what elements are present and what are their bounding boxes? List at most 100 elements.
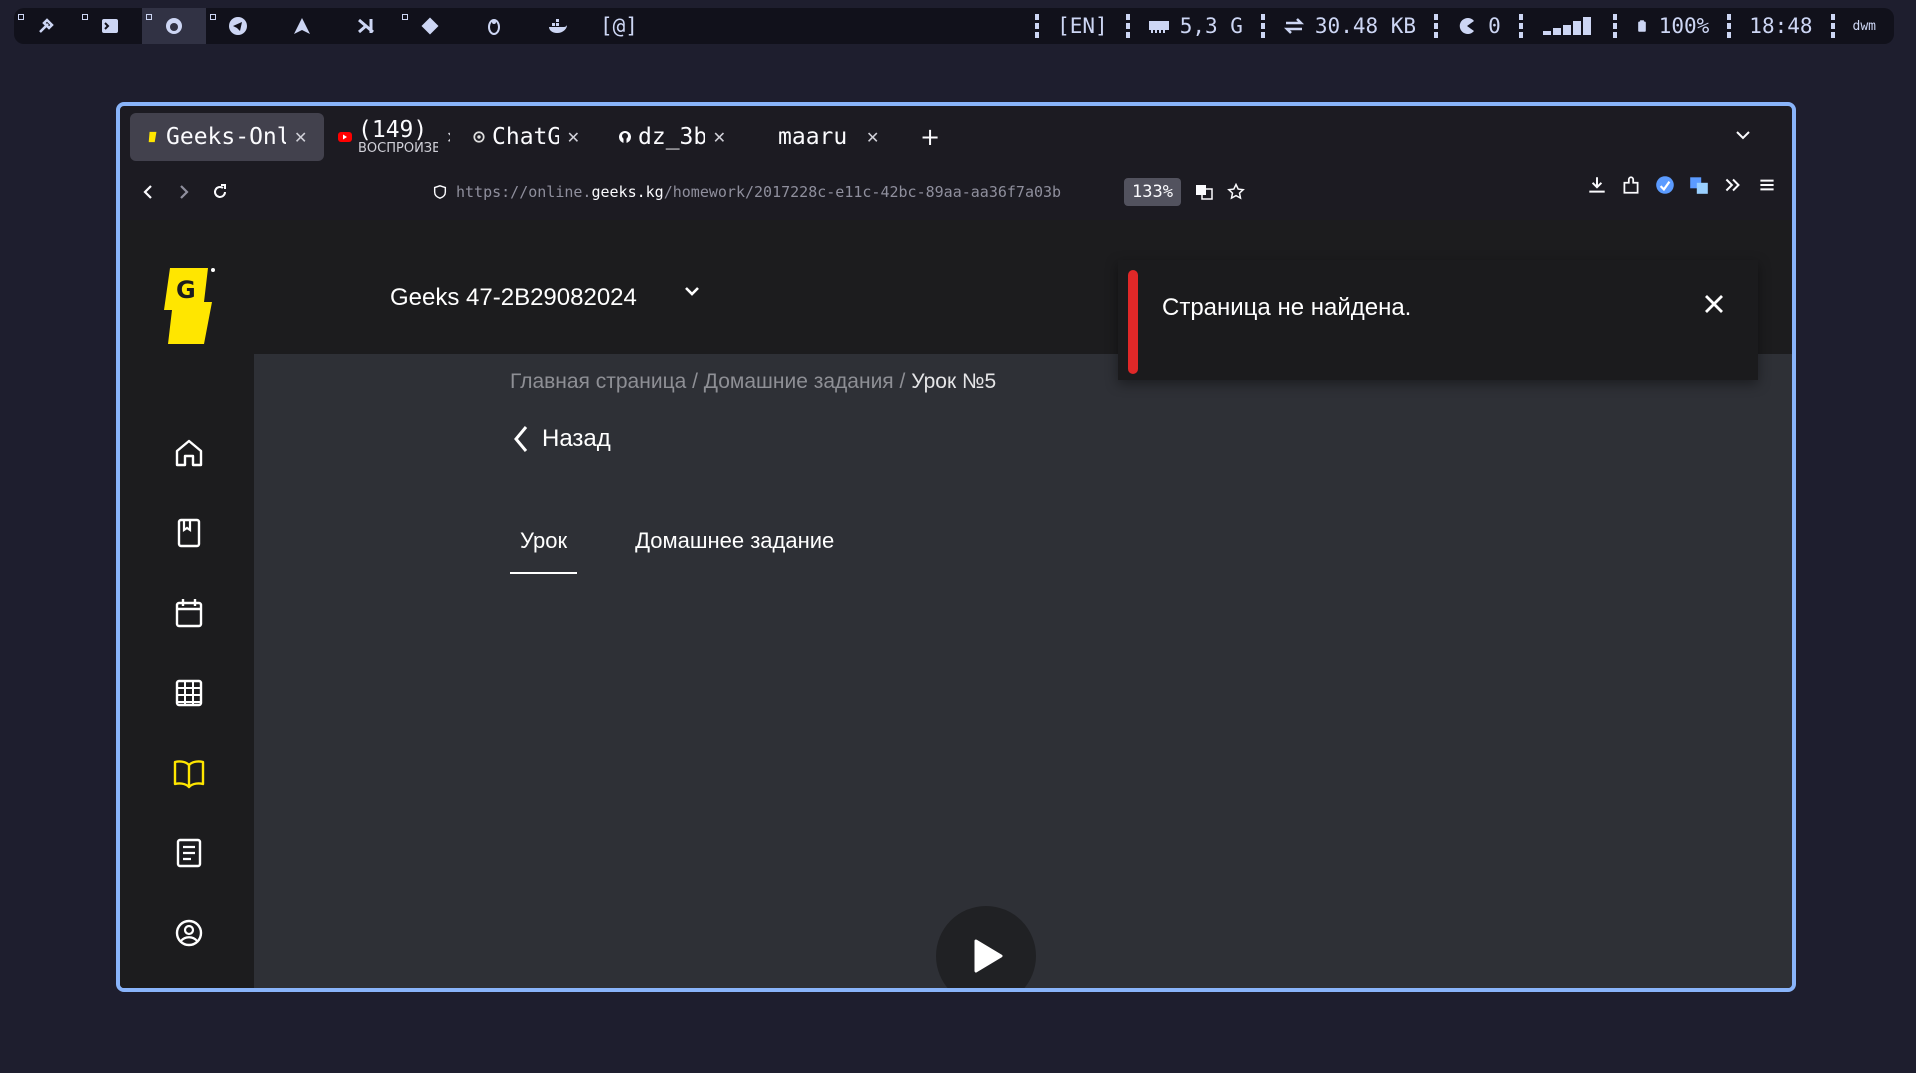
divider bbox=[1035, 14, 1040, 38]
extension-blue-icon[interactable] bbox=[1654, 174, 1676, 196]
telegram-icon bbox=[229, 17, 247, 35]
tab-title: Geeks-Online bbox=[166, 124, 286, 150]
web-page: G Geeks 47-2B29082024 Главная страница /… bbox=[120, 220, 1792, 988]
tab-maaru[interactable]: maaru ✕ bbox=[748, 113, 904, 161]
shield-icon[interactable] bbox=[432, 184, 448, 200]
workspace-8[interactable] bbox=[462, 8, 526, 44]
clock: 18:48 bbox=[1749, 14, 1813, 38]
translate-icon[interactable] bbox=[1195, 183, 1213, 201]
workspace-5[interactable] bbox=[270, 8, 334, 44]
workspace-occupied-marker bbox=[402, 14, 408, 20]
tab-chatgpt[interactable]: ChatGPT ✕ bbox=[456, 113, 596, 161]
back-button[interactable] bbox=[130, 174, 166, 210]
geeks-logo[interactable]: G bbox=[164, 266, 216, 346]
workspace-6[interactable] bbox=[334, 8, 398, 44]
vscode-icon bbox=[358, 18, 374, 34]
tab-title: maaru bbox=[778, 124, 848, 150]
wifi-module bbox=[1541, 16, 1595, 36]
updates-module: 0 bbox=[1456, 14, 1501, 38]
workspace-2[interactable] bbox=[78, 8, 142, 44]
lesson-tabs: Урок Домашнее задание bbox=[510, 528, 844, 574]
workspace-9[interactable] bbox=[526, 8, 590, 44]
workspace-1[interactable] bbox=[14, 8, 78, 44]
tab-lesson[interactable]: Урок bbox=[510, 528, 578, 574]
calendar-icon[interactable] bbox=[172, 596, 206, 630]
forward-button[interactable] bbox=[166, 174, 202, 210]
bookmark-book-icon[interactable] bbox=[172, 516, 206, 550]
close-tab-icon[interactable]: ✕ bbox=[567, 128, 580, 147]
toast-message: Страница не найдена. bbox=[1162, 294, 1412, 321]
sidebar: G bbox=[120, 220, 254, 988]
arch-icon bbox=[294, 18, 310, 34]
new-tab-button[interactable]: + bbox=[920, 123, 940, 151]
layout-indicator: [@] bbox=[600, 14, 638, 38]
status-modules: [EN] 5,3 G 30.48 KB 0 100% 18:48 dwm bbox=[1017, 8, 1894, 44]
breadcrumb-separator: / bbox=[893, 370, 912, 393]
menu-icon[interactable] bbox=[1756, 174, 1778, 196]
close-icon[interactable] bbox=[1700, 290, 1728, 318]
bookmark-star-icon[interactable] bbox=[1227, 183, 1245, 201]
firefox-icon bbox=[166, 18, 182, 34]
error-toast: Страница не найдена. bbox=[1118, 260, 1758, 380]
openai-favicon bbox=[472, 130, 486, 144]
memory-icon bbox=[1148, 21, 1169, 33]
tab-youtube[interactable]: (149) ВОСПРОИЗВЕДЕНИЕ ✕ bbox=[330, 113, 450, 161]
divider bbox=[1518, 14, 1523, 38]
toolbar-right bbox=[1586, 174, 1778, 196]
updates-count: 0 bbox=[1488, 14, 1501, 38]
workspace-4[interactable] bbox=[206, 8, 270, 44]
close-tab-icon[interactable]: ✕ bbox=[713, 128, 726, 147]
status-bar: [@] [EN] 5,3 G 30.48 KB 0 100% 18:48 dwm bbox=[14, 8, 1894, 44]
group-selector-label[interactable]: Geeks 47-2B29082024 bbox=[390, 284, 637, 312]
workspace-7[interactable] bbox=[398, 8, 462, 44]
tab-github[interactable]: dz_3b ✕ bbox=[602, 113, 742, 161]
divider bbox=[1260, 14, 1265, 38]
url-domain: geeks.kg bbox=[591, 183, 664, 201]
user-profile-icon[interactable] bbox=[172, 916, 206, 950]
workspace-occupied-marker bbox=[210, 14, 216, 20]
tab-title: (149) bbox=[358, 117, 428, 143]
wm-label: dwm bbox=[1852, 18, 1876, 34]
download-icon[interactable] bbox=[1586, 174, 1608, 196]
divider bbox=[1125, 14, 1130, 38]
document-icon[interactable] bbox=[172, 836, 206, 870]
tab-homework[interactable]: Домашнее задание bbox=[625, 528, 844, 574]
url-text[interactable]: https://online.geeks.kg/homework/2017228… bbox=[456, 183, 1116, 201]
translator-extension-icon[interactable] bbox=[1688, 174, 1710, 196]
open-book-icon[interactable] bbox=[172, 756, 206, 790]
tab-subtitle: ВОСПРОИЗВЕДЕНИЕ bbox=[358, 142, 438, 155]
tab-geeks-online[interactable]: Geeks-Online ✕ bbox=[130, 113, 324, 161]
chevrons-right-icon[interactable] bbox=[1722, 174, 1744, 196]
back-link[interactable]: Назад bbox=[510, 424, 611, 454]
video-play-button[interactable] bbox=[936, 906, 1036, 988]
nav-toolbar: https://online.geeks.kg/homework/2017228… bbox=[120, 168, 1792, 216]
breadcrumb-current: Урок №5 bbox=[911, 370, 997, 393]
toast-accent-bar bbox=[1128, 270, 1138, 374]
battery-value: 100% bbox=[1658, 14, 1710, 38]
play-icon bbox=[974, 939, 1003, 973]
tab-title-stack: (149) ВОСПРОИЗВЕДЕНИЕ bbox=[358, 117, 438, 156]
home-icon[interactable] bbox=[172, 436, 206, 470]
divider bbox=[1434, 14, 1439, 38]
transfer-icon bbox=[1283, 18, 1304, 34]
breadcrumb-homeworks[interactable]: Домашние задания bbox=[704, 370, 894, 393]
close-tab-icon[interactable]: ✕ bbox=[866, 128, 879, 147]
extensions-icon[interactable] bbox=[1620, 174, 1642, 196]
divider bbox=[1727, 14, 1732, 38]
chevron-left-icon bbox=[514, 426, 528, 452]
table-icon[interactable] bbox=[172, 676, 206, 710]
url-bar[interactable]: https://online.geeks.kg/homework/2017228… bbox=[432, 174, 1245, 210]
tab-strip: Geeks-Online ✕ (149) ВОСПРОИЗВЕДЕНИЕ ✕ C… bbox=[120, 106, 1792, 168]
network-module: 30.48 KB bbox=[1283, 14, 1416, 38]
chevron-down-icon[interactable] bbox=[682, 282, 702, 302]
breadcrumb-home[interactable]: Главная страница bbox=[510, 370, 686, 393]
close-tab-icon[interactable]: ✕ bbox=[446, 128, 450, 147]
reload-button[interactable] bbox=[202, 174, 238, 210]
url-prefix: https://online. bbox=[456, 183, 592, 201]
chevron-down-icon[interactable] bbox=[1734, 126, 1752, 144]
zoom-indicator[interactable]: 133% bbox=[1124, 178, 1181, 206]
url-path: /homework/2017228c-e11c-42bc-89aa-aa36f7… bbox=[663, 183, 1062, 201]
close-tab-icon[interactable]: ✕ bbox=[294, 128, 307, 147]
workspace-3[interactable] bbox=[142, 8, 206, 44]
workspace-occupied-marker bbox=[18, 14, 24, 20]
